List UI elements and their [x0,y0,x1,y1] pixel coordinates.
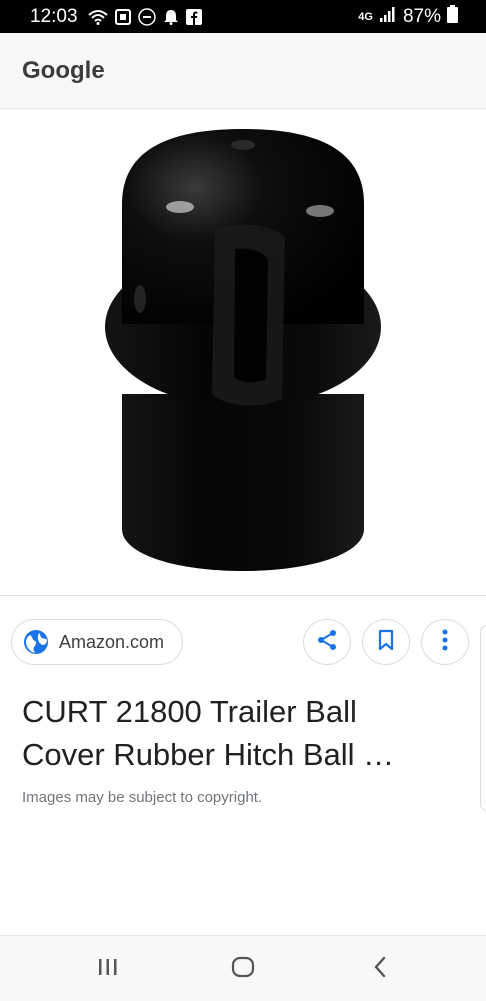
bell-icon [163,9,179,25]
divider [0,595,486,596]
share-button[interactable] [303,619,351,665]
recents-icon [97,957,119,982]
save-button[interactable] [362,619,410,665]
home-icon [231,955,255,984]
camera-app-icon [115,9,131,25]
result-title[interactable]: CURT 21800 Trailer Ball Cover Rubber Hit… [22,690,442,776]
more-options-button[interactable] [421,619,469,665]
notification-icons [88,8,202,26]
status-right: 4G 87% [358,5,458,29]
back-icon [372,956,388,983]
minus-circle-icon [138,8,156,26]
more-vert-icon [442,629,448,656]
globe-icon [23,629,49,655]
next-result-card-edge[interactable] [480,625,486,811]
bookmark-icon [377,629,395,656]
source-label: Amazon.com [59,631,165,652]
signal-icon [379,6,397,28]
recents-button[interactable] [93,954,123,984]
source-chip[interactable]: Amazon.com [11,619,183,665]
network-type: 4G [358,11,373,23]
app-title: Google [22,57,105,84]
result-image[interactable] [0,109,486,595]
facebook-icon [186,9,202,25]
battery-icon [447,5,458,29]
status-time: 12:03 [30,6,78,27]
back-button[interactable] [365,954,395,984]
hitch-ball-cover-image [105,129,381,571]
home-button[interactable] [228,954,258,984]
copyright-notice: Images may be subject to copyright. [22,789,263,806]
status-bar: 12:03 4G 87% [0,0,486,33]
system-nav-bar [0,935,486,1001]
share-icon [316,629,338,656]
app-bar: Google [0,33,486,109]
battery-level: 87% [402,6,441,27]
wifi-icon [88,9,108,25]
